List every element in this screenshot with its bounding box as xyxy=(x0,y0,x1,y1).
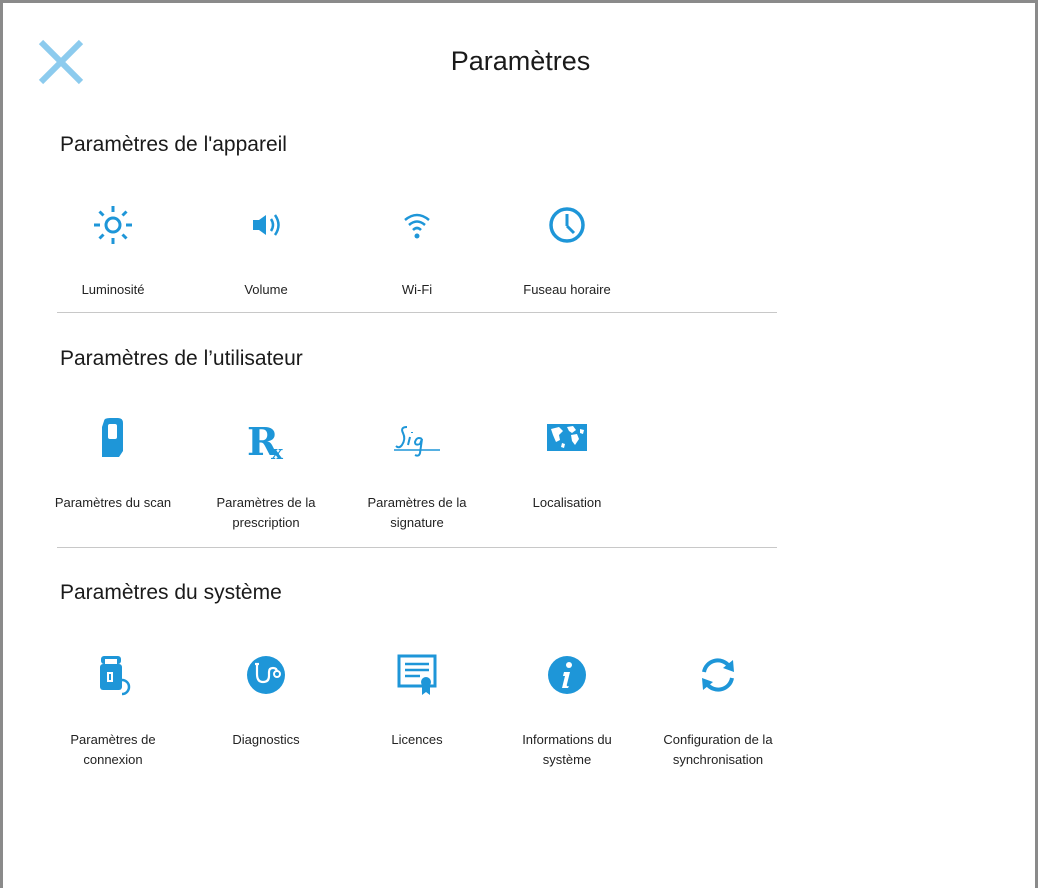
localization-item[interactable]: Localisation xyxy=(497,413,637,513)
licenses-item[interactable]: Licences xyxy=(347,650,487,750)
info-icon xyxy=(548,656,586,694)
signature-settings-item[interactable]: Paramètres de la signature xyxy=(347,413,487,533)
wifi-item[interactable]: Wi-Fi xyxy=(347,200,487,300)
sync-icon xyxy=(702,658,734,692)
signature-icon xyxy=(394,426,440,457)
brightness-item[interactable]: Luminosité xyxy=(43,200,183,300)
brightness-label: Luminosité xyxy=(81,282,145,297)
clock-icon xyxy=(549,207,585,243)
licenses-label: Licences xyxy=(391,732,443,747)
connection-settings-item[interactable]: Paramètres de connexion xyxy=(43,650,183,770)
sync-config-label: Configuration de la synchronisation xyxy=(663,732,773,767)
scan-settings-label: Paramètres du scan xyxy=(54,495,172,510)
volume-label: Volume xyxy=(244,282,288,297)
connection-settings-label: Paramètres de connexion xyxy=(70,732,156,767)
localization-label: Localisation xyxy=(532,495,602,510)
svg-text:x: x xyxy=(271,440,284,463)
system-info-label: Informations du système xyxy=(522,732,612,767)
diagnostics-item[interactable]: Diagnostics xyxy=(196,650,336,750)
wifi-icon xyxy=(404,213,430,239)
timezone-item[interactable]: Fuseau horaire xyxy=(497,200,637,300)
rx-icon: R x xyxy=(247,419,284,463)
volume-icon xyxy=(253,214,280,236)
brightness-icon xyxy=(94,206,132,244)
prescription-settings-item[interactable]: R x Paramètres de la prescription xyxy=(196,413,336,533)
system-info-item[interactable]: Informations du système xyxy=(497,650,637,770)
sync-config-item[interactable]: Configuration de la synchronisation xyxy=(648,650,788,770)
signature-settings-label: Paramètres de la signature xyxy=(367,495,467,530)
page-title: Paramètres xyxy=(450,46,591,76)
diagnostics-label: Diagnostics xyxy=(232,732,300,747)
timezone-label: Fuseau horaire xyxy=(523,282,611,297)
volume-item[interactable]: Volume xyxy=(196,200,336,300)
wifi-label: Wi-Fi xyxy=(401,282,433,297)
divider xyxy=(57,312,777,313)
lock-icon xyxy=(100,656,131,696)
scan-settings-item[interactable]: Paramètres du scan xyxy=(43,413,183,513)
section-title-device: Paramètres de l'appareil xyxy=(60,133,287,156)
divider xyxy=(57,547,777,548)
scanner-icon xyxy=(102,418,123,457)
stethoscope-icon xyxy=(247,656,285,694)
certificate-icon xyxy=(397,654,437,695)
section-title-user: Paramètres de l’utilisateur xyxy=(60,347,303,370)
section-title-system: Paramètres du système xyxy=(60,581,282,604)
world-map-icon xyxy=(547,424,587,451)
prescription-settings-label: Paramètres de la prescription xyxy=(216,495,316,530)
